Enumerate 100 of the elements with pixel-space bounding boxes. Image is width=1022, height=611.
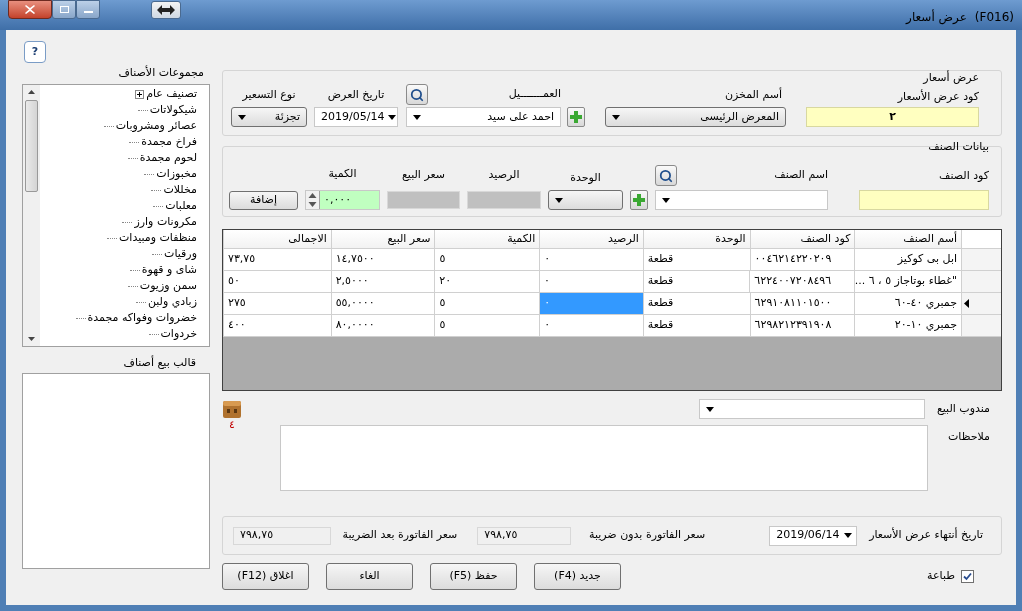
tree-item[interactable]: مخبوزات [156, 166, 197, 183]
add-item-button[interactable]: إضافة [229, 191, 298, 210]
tree-item[interactable]: ورقيات [164, 246, 197, 263]
table-cell: ٦٢٢٤٠٠٧٢٠٨٤٩٦ [749, 271, 855, 292]
notes-field[interactable] [280, 425, 928, 491]
caret-icon [705, 406, 714, 412]
net-total-field: ٧٩٨,٧٥ [477, 526, 571, 545]
table-cell: ٥ [434, 293, 540, 314]
column-header[interactable]: الاجمالى [223, 230, 331, 248]
table-cell: ٠ [539, 315, 643, 336]
scroll-down-icon[interactable] [28, 336, 35, 341]
date-picker[interactable]: 2019/06/14 [769, 525, 858, 546]
tree-item[interactable]: فراخ مجمدة [141, 134, 197, 151]
add-button[interactable] [567, 107, 585, 127]
table-cell: ٠ [539, 249, 643, 270]
action-button[interactable]: اغلاق (F12) [222, 563, 309, 590]
search-button[interactable] [655, 165, 677, 186]
table-cell: ٧٣,٧٥ [223, 249, 331, 270]
table-row[interactable]: "غطاء بوتاجاز ٥ ، ٦ ... ٦٢٢٤٠٠٧٢٠٨٤٩٦ قطعة ٠ ٢٠ ٢,٥٠٠٠ ٥٠ [223, 271, 1001, 293]
table-row[interactable]: ابل بى كوكيز ٠٠٤٦٢١٤٢٢٠٢٠٩ قطعة ٠ ٥ ١٤,٧٥٠٠ ٧٣,٧٥ [223, 249, 1001, 271]
tree-item[interactable]: شيكولاتات [149, 102, 197, 119]
field-label: تاريخ العرض [327, 86, 385, 103]
maximize-button[interactable] [52, 0, 76, 19]
field-label: نوع التسعير [242, 86, 296, 103]
expand-icon[interactable] [135, 90, 145, 99]
resize-button[interactable] [151, 1, 181, 19]
table-row[interactable]: جمبري ١٠-٢٠ ٦٢٩٨٢١٢٣٩١٩٠٨ قطعة ٠ ٥ ٨٠,٠٠٠٠ ٤٠٠ [223, 315, 1001, 337]
table-cell: ٦٢٩٨٢١٢٣٩١٩٠٨ [749, 315, 855, 336]
table-cell: ٦٢٩١٠٨١١٠١٥٠٠ [749, 293, 855, 314]
column-header[interactable]: الرصيد [539, 230, 643, 248]
action-button[interactable]: جديد (F4) [534, 563, 621, 590]
tree-item[interactable]: سمن وزيوت [139, 278, 197, 295]
field-label: سعر البيع [402, 166, 445, 183]
field-label: الوحدة [570, 169, 601, 186]
quote-code-field[interactable]: ٢ [806, 107, 979, 127]
table-cell: ٨٠,٠٠٠٠ [330, 315, 435, 336]
caret-icon [555, 197, 563, 203]
date-picker[interactable]: 2019/05/14 [314, 107, 398, 127]
field-label: العمـــــــيل [508, 86, 561, 103]
column-header[interactable]: كود الصنف [749, 230, 855, 248]
close-button[interactable] [8, 0, 52, 19]
warehouse-dropdown[interactable]: المعرض الرئيسى [605, 107, 786, 127]
tree-item[interactable]: مخللات [163, 182, 197, 199]
tree-item[interactable]: خضروات وفواكه مجمدة [87, 310, 197, 327]
tree-item[interactable]: لحوم مجمدة [139, 150, 197, 167]
minimize-button[interactable] [76, 0, 100, 19]
table-cell: ٠ [539, 293, 643, 314]
table-cell: جمبري ١٠-٢٠ [854, 315, 961, 336]
caret-icon [612, 114, 620, 120]
scroll-up-icon[interactable] [28, 89, 35, 94]
attachment-count: ٤ [229, 419, 235, 430]
template-list[interactable] [22, 373, 210, 569]
quantity-spinner[interactable]: ٠,٠٠٠ [305, 190, 380, 210]
table-cell: جمبري ٤٠-٦٠ [854, 293, 961, 314]
caret-icon [238, 114, 246, 120]
field-label: مندوب البيع [936, 400, 990, 417]
column-header[interactable]: الوحدة [642, 230, 750, 248]
table-cell: ٢,٥٠٠٠ [330, 271, 435, 292]
table-cell: قطعة [642, 249, 750, 270]
pricing-dropdown[interactable]: تجزئة [231, 107, 307, 127]
scrollbar[interactable] [23, 84, 40, 346]
field-label: أسم المخزن [723, 86, 783, 103]
group-title: عرض أسعار [921, 70, 979, 86]
unit-dropdown[interactable] [548, 190, 623, 210]
table-row[interactable]: جمبري ٤٠-٦٠ ٦٢٩١٠٨١١٠١٥٠٠ قطعة ٠ ٥ ٥٥,٠٠٠٠ ٢٧٥ [223, 293, 1001, 315]
item-code-field[interactable] [859, 190, 989, 210]
tree-item[interactable]: معلبات [165, 198, 197, 215]
table-cell: قطعة [642, 315, 750, 336]
caret-icon [662, 197, 670, 203]
column-header[interactable]: أسم الصنف [854, 230, 962, 248]
field-label: اسم الصنف [774, 167, 828, 184]
tree-item[interactable]: عصائر ومشروبات [115, 118, 197, 135]
tree-item[interactable]: تصنيف عام [146, 86, 197, 103]
print-checkbox[interactable]: طباعة [927, 568, 974, 585]
table-cell: قطعة [642, 271, 750, 292]
table-cell: "غطاء بوتاجاز ٥ ، ٦ ... [854, 271, 962, 292]
column-header[interactable]: الكمية [434, 230, 540, 248]
tree-item[interactable]: زبادي ولبن [147, 294, 197, 311]
double-arrow-icon [157, 5, 175, 15]
panel-title: مجموعات الأصناف [117, 65, 205, 81]
search-button[interactable] [406, 84, 428, 105]
table-cell: ٤٠٠ [223, 315, 331, 336]
action-button[interactable]: حفظ (F5) [430, 563, 517, 590]
tree-item[interactable]: خردوات [160, 326, 197, 343]
caret-icon [413, 114, 421, 120]
table-cell: ٢٧٥ [223, 293, 331, 314]
panel-title: قالب بيع أصناف [122, 354, 197, 371]
help-button[interactable]: ? [24, 41, 46, 63]
tree-item[interactable]: شاى و قهوة [141, 262, 197, 279]
close-icon [25, 5, 35, 14]
window-code: (F016) [974, 9, 1014, 26]
table-cell: ٥ [434, 315, 540, 336]
tree-item[interactable]: منظفات ومبيدات [118, 230, 197, 247]
column-header[interactable]: سعر البيع [330, 230, 435, 248]
box-icon[interactable] [222, 399, 242, 419]
customer-dropdown[interactable]: احمد على سيد [406, 107, 561, 127]
tree-item[interactable]: مكرونات وارز [134, 214, 197, 231]
action-button[interactable]: الغاء [326, 563, 413, 590]
table-cell: ٢٠ [434, 271, 539, 292]
add-button[interactable] [630, 190, 648, 210]
